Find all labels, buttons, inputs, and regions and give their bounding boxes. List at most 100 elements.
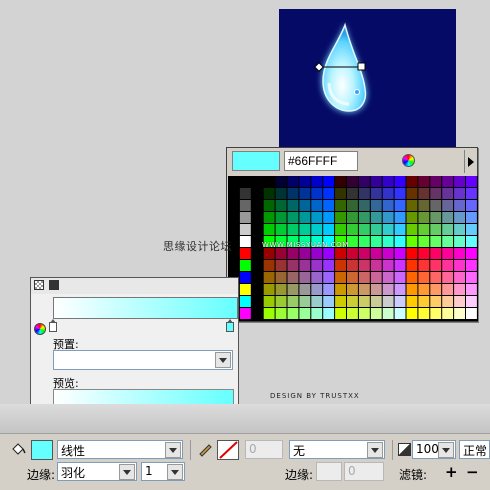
swatch-cell[interactable] xyxy=(358,176,370,187)
swatch-cell[interactable] xyxy=(358,236,370,247)
swatch-cell[interactable] xyxy=(251,296,263,307)
edge-amount-input[interactable]: 1 xyxy=(141,462,185,481)
swatch-cell[interactable] xyxy=(358,272,370,283)
swatch-cell[interactable] xyxy=(335,308,346,319)
swatch-cell[interactable] xyxy=(454,200,465,211)
swatch-cell[interactable] xyxy=(442,248,454,259)
swatch-cell[interactable] xyxy=(358,224,370,235)
swatch-cell[interactable] xyxy=(311,188,323,199)
swatch-cell[interactable] xyxy=(370,224,382,235)
swatch-cell[interactable] xyxy=(347,188,358,199)
swatch-cell[interactable] xyxy=(382,260,394,271)
swatch-cell[interactable] xyxy=(418,236,430,247)
swatch-cell[interactable] xyxy=(358,212,370,223)
swatch-cell[interactable] xyxy=(466,308,477,319)
swatch-cell[interactable] xyxy=(418,224,430,235)
swatch-cell[interactable] xyxy=(251,176,263,187)
blend-mode-select[interactable]: 正常 xyxy=(459,440,490,459)
fill-type-select[interactable]: 线性 xyxy=(57,440,183,459)
swatch-cell[interactable] xyxy=(323,308,335,319)
swatch-cell[interactable] xyxy=(382,272,394,283)
swatch-cell[interactable] xyxy=(358,248,370,259)
swatch-cell[interactable] xyxy=(442,284,454,295)
swatch-cell[interactable] xyxy=(454,212,465,223)
edge-select[interactable]: 羽化 xyxy=(57,462,137,481)
swatch-cell[interactable] xyxy=(299,296,311,307)
remove-filter-button[interactable]: − xyxy=(466,463,479,481)
swatch-cell[interactable] xyxy=(347,284,358,295)
swatch-cell[interactable] xyxy=(382,296,394,307)
swatch-cell[interactable] xyxy=(406,260,418,271)
swatch-cell[interactable] xyxy=(228,176,239,187)
chevron-down-icon[interactable] xyxy=(438,442,454,458)
swatch-cell[interactable] xyxy=(228,212,239,223)
swatch-cell[interactable] xyxy=(347,260,358,271)
water-drop-illustration[interactable] xyxy=(279,9,456,159)
swatch-cell[interactable] xyxy=(454,296,465,307)
swatch-cell[interactable] xyxy=(287,296,299,307)
swatch-cell[interactable] xyxy=(418,296,430,307)
swatch-cell[interactable] xyxy=(275,188,287,199)
swatch-cell[interactable] xyxy=(454,248,465,259)
swatch-cell[interactable] xyxy=(287,188,299,199)
chevron-down-icon[interactable] xyxy=(167,464,183,480)
swatch-cell[interactable] xyxy=(442,236,454,247)
swatch-cell[interactable] xyxy=(335,296,346,307)
swatch-cell[interactable] xyxy=(358,200,370,211)
swatch-cell[interactable] xyxy=(358,260,370,271)
swatch-cell[interactable] xyxy=(335,188,346,199)
swatch-cell[interactable] xyxy=(466,212,477,223)
swatch-cell[interactable] xyxy=(323,176,335,187)
swatch-cell[interactable] xyxy=(382,188,394,199)
swatch-cell[interactable] xyxy=(323,296,335,307)
swatch-cell[interactable] xyxy=(430,224,442,235)
swatch-cell[interactable] xyxy=(358,308,370,319)
swatch-cell[interactable] xyxy=(228,188,239,199)
swatch-cell[interactable] xyxy=(466,284,477,295)
swatch-cell[interactable] xyxy=(406,272,418,283)
swatch-cell[interactable] xyxy=(239,308,251,319)
swatch-cell[interactable] xyxy=(406,200,418,211)
swatch-cell[interactable] xyxy=(394,224,406,235)
swatch-cell[interactable] xyxy=(347,224,358,235)
paint-bucket-icon[interactable] xyxy=(10,441,26,457)
swatch-cell[interactable] xyxy=(323,200,335,211)
swatch-cell[interactable] xyxy=(323,188,335,199)
swatch-cell[interactable] xyxy=(299,200,311,211)
swatch-cell[interactable] xyxy=(311,308,323,319)
swatch-cell[interactable] xyxy=(323,248,335,259)
swatch-cell[interactable] xyxy=(466,176,477,187)
swatch-cell[interactable] xyxy=(299,188,311,199)
swatch-cell[interactable] xyxy=(454,272,465,283)
color-wheel-icon[interactable] xyxy=(34,323,46,335)
swatch-cell[interactable] xyxy=(311,284,323,295)
swatch-cell[interactable] xyxy=(406,284,418,295)
swatch-cell[interactable] xyxy=(347,200,358,211)
swatch-cell[interactable] xyxy=(347,248,358,259)
swatch-cell[interactable] xyxy=(382,308,394,319)
swatch-cell[interactable] xyxy=(370,236,382,247)
swatch-cell[interactable] xyxy=(454,188,465,199)
swatch-cell[interactable] xyxy=(239,212,251,223)
swatch-cell[interactable] xyxy=(370,200,382,211)
swatch-cell[interactable] xyxy=(466,236,477,247)
swatch-cell[interactable] xyxy=(287,260,299,271)
swatch-cell[interactable] xyxy=(335,212,346,223)
swatch-cell[interactable] xyxy=(263,200,275,211)
swatch-cell[interactable] xyxy=(263,176,275,187)
swatch-cell[interactable] xyxy=(311,200,323,211)
swatch-cell[interactable] xyxy=(239,248,251,259)
swatch-cell[interactable] xyxy=(275,200,287,211)
pencil-icon[interactable] xyxy=(197,441,213,457)
swatch-cell[interactable] xyxy=(442,296,454,307)
swatch-cell[interactable] xyxy=(335,272,346,283)
swatch-cell[interactable] xyxy=(358,188,370,199)
swatch-cell[interactable] xyxy=(418,272,430,283)
swatch-cell[interactable] xyxy=(406,296,418,307)
swatch-cell[interactable] xyxy=(418,284,430,295)
swatch-cell[interactable] xyxy=(263,272,275,283)
swatch-cell[interactable] xyxy=(251,224,263,235)
swatch-cell[interactable] xyxy=(275,308,287,319)
swatch-cell[interactable] xyxy=(287,272,299,283)
swatch-cell[interactable] xyxy=(394,284,406,295)
